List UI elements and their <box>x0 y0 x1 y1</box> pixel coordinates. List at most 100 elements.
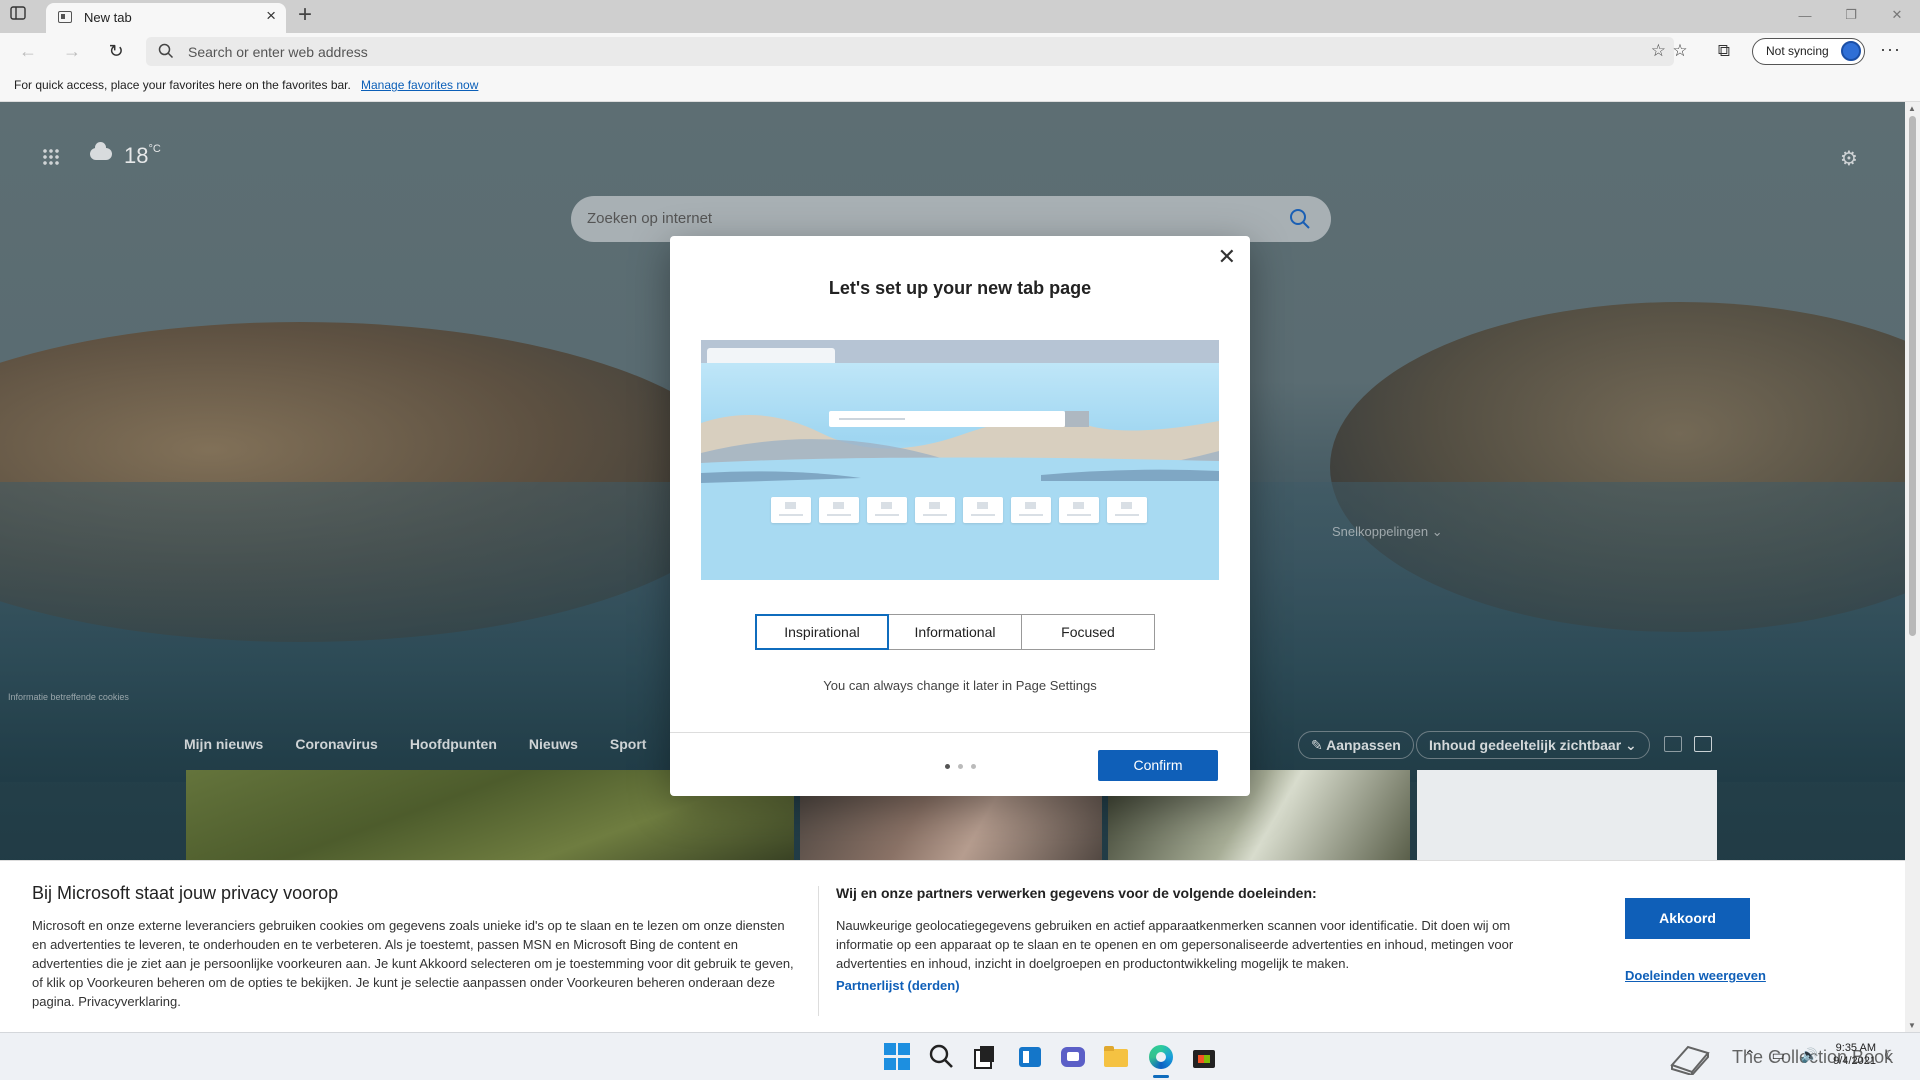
favorites-icon[interactable]: ☆ <box>1668 40 1692 62</box>
page-scrollbar[interactable]: ▲ ▼ <box>1905 102 1920 1032</box>
maximize-button[interactable]: ❐ <box>1828 0 1874 30</box>
temperature-value: 18 <box>124 143 149 168</box>
preview-tabbar <box>701 340 1219 363</box>
scrollbar-thumb[interactable] <box>1909 116 1916 636</box>
clock-date: 9/4/2021 <box>1833 1055 1876 1067</box>
web-search-placeholder: Zoeken op internet <box>587 210 713 227</box>
setup-dialog: ✕ Let's set up your new tab page Inspira… <box>670 236 1250 796</box>
preview-tile <box>1107 497 1147 523</box>
tab-new-tab[interactable]: New tab × <box>46 3 286 33</box>
content-visibility-dropdown[interactable]: Inhoud gedeeltelijk zichtbaar ⌄ <box>1416 731 1650 759</box>
preview-tile <box>963 497 1003 523</box>
preview-tile <box>1011 497 1051 523</box>
weather-temperature[interactable]: 18°C <box>124 143 161 169</box>
web-search-icon[interactable] <box>1289 208 1311 230</box>
feed-tab[interactable]: Mijn nieuws <box>184 736 263 756</box>
close-tab-icon[interactable]: × <box>266 7 276 25</box>
preview-tile <box>819 497 859 523</box>
privacy-divider <box>818 886 819 1016</box>
layout-options: Inspirational Informational Focused <box>755 614 1155 650</box>
preview-search-button <box>1065 411 1089 427</box>
partner-list-link[interactable]: Partnerlijst (derden) <box>836 978 960 993</box>
feed-tab[interactable]: Nieuws <box>529 736 578 756</box>
news-card-placeholder[interactable] <box>1417 770 1717 860</box>
preview-search-box <box>829 411 1089 427</box>
accept-button[interactable]: Akkoord <box>1625 898 1750 939</box>
app-launcher-icon[interactable] <box>42 148 60 166</box>
privacy-consent-banner: Bij Microsoft staat jouw privacy voorop … <box>0 860 1905 1032</box>
collections-icon[interactable]: ⧉ <box>1712 40 1736 62</box>
microsoft-store-icon[interactable] <box>1190 1043 1218 1071</box>
preview-tile <box>1059 497 1099 523</box>
cloud-icon <box>90 142 112 160</box>
page-settings-gear-icon[interactable]: ⚙ <box>1840 146 1858 171</box>
customize-label: Aanpassen <box>1326 737 1401 753</box>
preview-tile <box>771 497 811 523</box>
confirm-button[interactable]: Confirm <box>1098 750 1218 781</box>
back-icon[interactable]: ← <box>16 40 40 62</box>
feed-tab[interactable]: Sport <box>610 736 647 756</box>
dialog-divider <box>670 732 1250 733</box>
dialog-hint: You can always change it later in Page S… <box>823 678 1097 693</box>
window-controls: — ❐ ✕ <box>1782 0 1920 30</box>
manage-favorites-link[interactable]: Manage favorites now <box>361 78 478 92</box>
pencil-icon: ✎ <box>1311 737 1327 753</box>
address-bar[interactable]: Search or enter web address ☆ <box>146 37 1674 66</box>
privacy-purposes-title: Wij en onze partners verwerken gegevens … <box>836 885 1317 901</box>
profile-sync-button[interactable]: Not syncing <box>1752 38 1865 65</box>
start-icon[interactable] <box>884 1043 912 1071</box>
layout-focused-button[interactable]: Focused <box>1021 614 1155 650</box>
layout-informational-button[interactable]: Informational <box>888 614 1022 650</box>
teams-chat-icon[interactable] <box>1059 1043 1087 1071</box>
active-app-indicator <box>1153 1075 1169 1078</box>
scroll-down-icon[interactable]: ▼ <box>1908 1021 1916 1030</box>
privacy-body: Microsoft en onze externe leveranciers g… <box>32 918 794 1009</box>
sync-status: Not syncing <box>1766 44 1829 58</box>
privacy-purposes-body: Nauwkeurige geolocatiegegevens gebruiken… <box>836 918 1514 971</box>
cookie-info-link[interactable]: Informatie betreffende cookies <box>8 692 129 702</box>
more-menu-icon[interactable]: ··· <box>1880 39 1901 60</box>
taskbar-search-icon[interactable] <box>928 1043 956 1071</box>
grid-view-icon[interactable] <box>1664 736 1682 752</box>
refresh-icon[interactable]: ↻ <box>104 40 128 62</box>
feed-tab[interactable]: Coronavirus <box>295 736 377 756</box>
temperature-unit: °C <box>148 143 161 155</box>
widgets-icon[interactable] <box>1016 1043 1044 1071</box>
layout-inspirational-button[interactable]: Inspirational <box>755 614 889 650</box>
shortcuts-toggle[interactable]: Snelkoppelingen ⌄ <box>1332 524 1443 540</box>
scroll-up-icon[interactable]: ▲ <box>1908 104 1916 113</box>
search-icon <box>158 43 174 59</box>
taskbar-clock[interactable]: 9:35 AM 9/4/2021 <box>1832 1042 1876 1068</box>
tab-title: New tab <box>84 10 132 25</box>
task-view-icon[interactable] <box>970 1043 998 1071</box>
navigation-bar: ← → ↻ Search or enter web address ☆ ☆ ⧉ … <box>0 33 1920 69</box>
customize-button[interactable]: ✎ Aanpassen <box>1298 731 1414 759</box>
add-favorite-icon[interactable]: ☆ <box>1651 41 1666 61</box>
content-visibility-label: Inhoud gedeeltelijk zichtbaar <box>1429 737 1622 753</box>
news-feed-tabs: Mijn nieuws Coronavirus Hoofdpunten Nieu… <box>184 736 646 756</box>
newtab-favicon-icon <box>58 11 72 23</box>
new-tab-button[interactable]: + <box>292 3 318 29</box>
close-dialog-icon[interactable]: ✕ <box>1218 246 1236 268</box>
forward-icon[interactable]: → <box>60 40 84 62</box>
favorites-bar: For quick access, place your favorites h… <box>0 69 1920 102</box>
list-view-icon[interactable] <box>1694 736 1712 752</box>
step-dot <box>971 764 976 769</box>
notifications-icon[interactable]: ☾ <box>1884 1047 1897 1064</box>
browser-titlebar: New tab × + — ❐ ✕ <box>0 0 1920 33</box>
tab-actions-icon[interactable] <box>10 6 38 28</box>
system-tray-icons[interactable]: ⌃ ▭ 🔊 <box>1744 1047 1824 1064</box>
profile-avatar-icon <box>1841 41 1861 61</box>
feed-tab[interactable]: Hoofdpunten <box>410 736 497 756</box>
preview-page <box>701 363 1219 580</box>
file-explorer-icon[interactable] <box>1102 1043 1130 1071</box>
close-window-button[interactable]: ✕ <box>1874 0 1920 30</box>
preview-landscape <box>701 415 1219 580</box>
view-purposes-link[interactable]: Doeleinden weergeven <box>1625 968 1766 983</box>
privacy-title: Bij Microsoft staat jouw privacy voorop <box>32 883 339 903</box>
minimize-button[interactable]: — <box>1782 0 1828 30</box>
edge-browser-icon[interactable] <box>1147 1043 1175 1071</box>
book-icon <box>1670 1045 1710 1075</box>
shortcuts-label: Snelkoppelingen <box>1332 524 1429 539</box>
preview-tab <box>707 348 835 363</box>
